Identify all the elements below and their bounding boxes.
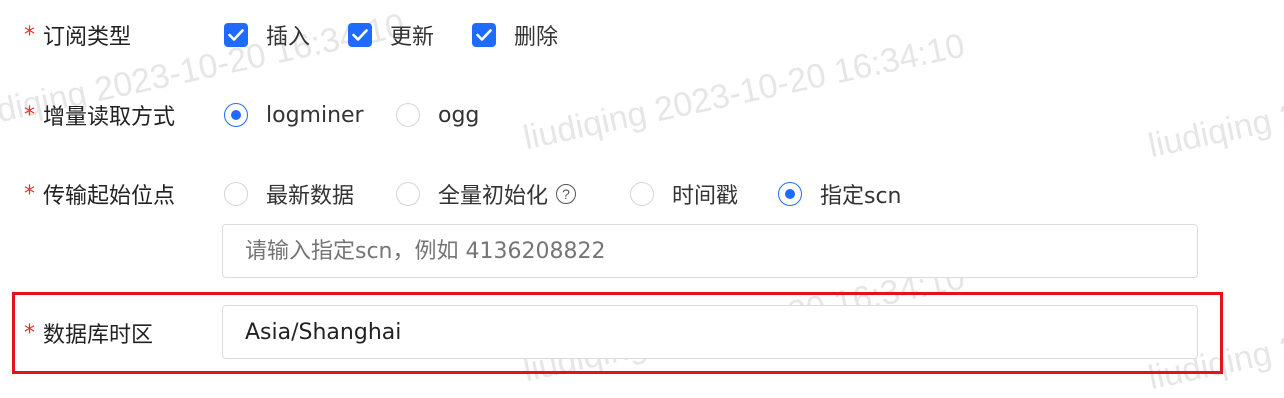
transfer-start-row: * 传输起始位点 最新数据 全量初始化 ? 时间戳 指定scn bbox=[0, 174, 1284, 214]
radio-timestamp-label: 时间戳 bbox=[672, 184, 739, 209]
checkbox-checked-icon[interactable] bbox=[348, 23, 372, 47]
radio-unselected-icon[interactable] bbox=[396, 182, 420, 206]
radio-selected-icon[interactable] bbox=[224, 103, 248, 127]
checkbox-checked-icon[interactable] bbox=[472, 23, 496, 47]
radio-latest-data[interactable]: 最新数据 bbox=[224, 178, 354, 210]
transfer-start-label: * 传输起始位点 bbox=[24, 178, 175, 210]
checkbox-checked-icon[interactable] bbox=[224, 23, 248, 47]
radio-ogg-label: ogg bbox=[438, 102, 480, 128]
radio-latest-data-label: 最新数据 bbox=[266, 184, 355, 209]
radio-selected-icon[interactable] bbox=[778, 182, 802, 206]
incremental-read-label: * 增量读取方式 bbox=[24, 99, 175, 131]
checkbox-update[interactable]: 更新 bbox=[348, 19, 434, 51]
subscription-type-label-text: 订阅类型 bbox=[43, 25, 132, 50]
incremental-read-row: * 增量读取方式 logminer ogg bbox=[0, 95, 1284, 135]
subscription-type-row: * 订阅类型 插入 更新 删除 bbox=[0, 15, 1284, 55]
radio-unselected-icon[interactable] bbox=[224, 182, 248, 206]
checkbox-insert[interactable]: 插入 bbox=[224, 19, 310, 51]
required-mark: * bbox=[24, 181, 35, 207]
checkbox-update-label: 更新 bbox=[390, 25, 435, 50]
db-timezone-input[interactable] bbox=[245, 319, 1197, 345]
checkbox-insert-label: 插入 bbox=[266, 25, 311, 50]
radio-unselected-icon[interactable] bbox=[630, 182, 654, 206]
radio-specify-scn[interactable]: 指定scn bbox=[778, 178, 902, 210]
db-timezone-input-wrapper bbox=[222, 305, 1198, 359]
scn-input-wrapper bbox=[222, 224, 1198, 278]
required-mark: * bbox=[24, 22, 35, 48]
radio-unselected-icon[interactable] bbox=[396, 103, 420, 127]
radio-full-init-label: 全量初始化 bbox=[438, 184, 549, 209]
checkbox-delete[interactable]: 删除 bbox=[472, 19, 558, 51]
subscription-type-label: * 订阅类型 bbox=[24, 19, 131, 51]
radio-specify-scn-label: 指定scn bbox=[820, 184, 902, 209]
db-timezone-label: * 数据库时区 bbox=[24, 317, 153, 349]
db-timezone-label-text: 数据库时区 bbox=[43, 323, 154, 348]
required-mark: * bbox=[24, 102, 35, 128]
help-icon[interactable]: ? bbox=[556, 184, 577, 204]
radio-ogg[interactable]: ogg bbox=[396, 103, 479, 128]
checkbox-delete-label: 删除 bbox=[514, 25, 559, 50]
transfer-start-label-text: 传输起始位点 bbox=[43, 184, 176, 209]
required-mark: * bbox=[24, 320, 35, 346]
incremental-read-label-text: 增量读取方式 bbox=[43, 105, 176, 130]
radio-full-init[interactable]: 全量初始化 ? bbox=[396, 178, 577, 210]
radio-timestamp[interactable]: 时间戳 bbox=[630, 178, 738, 210]
radio-logminer[interactable]: logminer bbox=[224, 103, 364, 128]
radio-logminer-label: logminer bbox=[266, 102, 364, 128]
scn-input[interactable] bbox=[245, 238, 1197, 264]
